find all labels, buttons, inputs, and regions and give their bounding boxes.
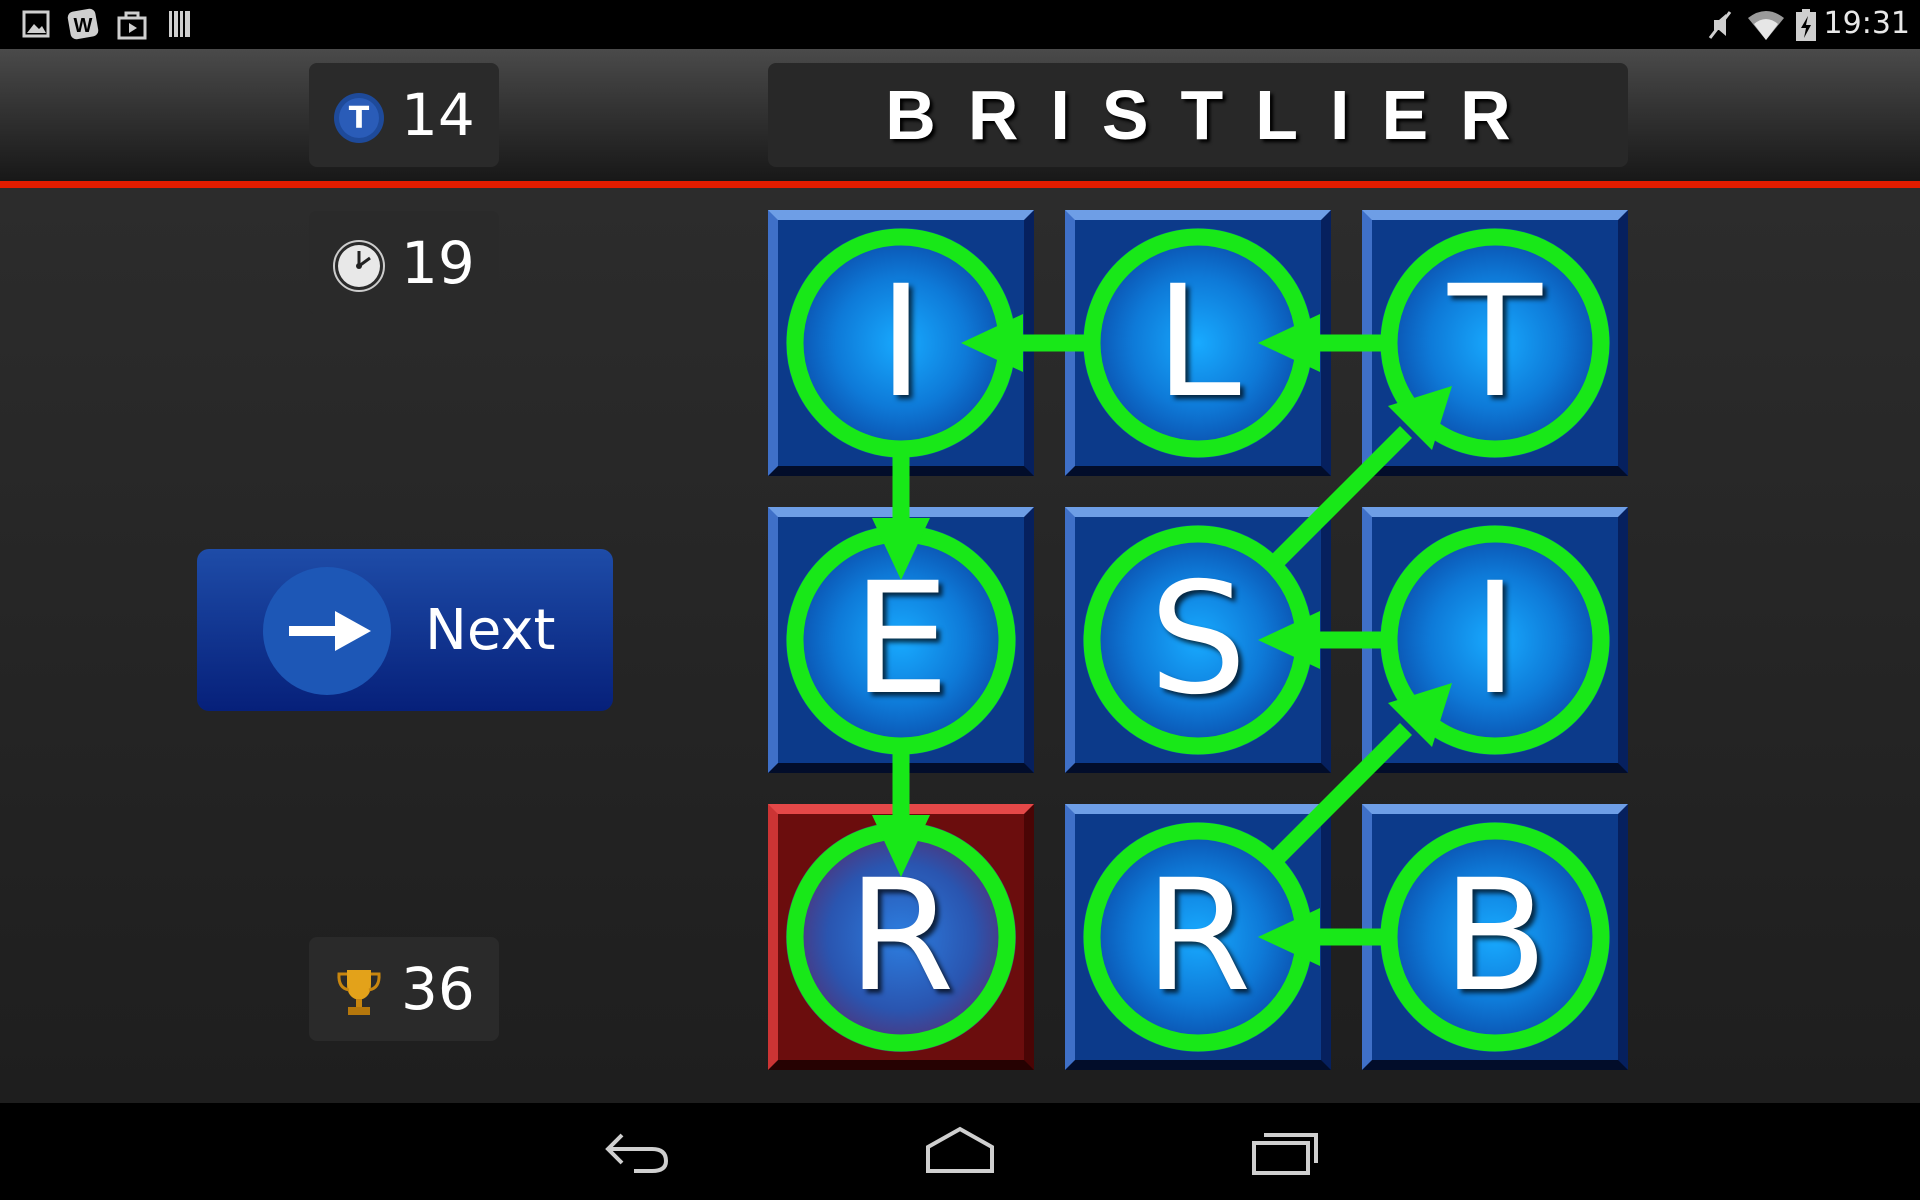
turns-t-icon: T <box>334 93 384 143</box>
letter-tile[interactable]: B <box>1362 804 1628 1070</box>
letter-tile[interactable]: L <box>1065 210 1331 476</box>
letter-tile[interactable]: I <box>768 210 1034 476</box>
letter-tile[interactable]: R <box>1065 804 1331 1070</box>
letter-tile[interactable]: I <box>1362 507 1628 773</box>
svg-text:W: W <box>74 15 93 37</box>
header-divider <box>0 181 1920 188</box>
next-circle <box>263 567 391 695</box>
current-word-display: BRISTLIER <box>768 63 1628 167</box>
letter-tile[interactable]: E <box>768 507 1034 773</box>
back-icon[interactable] <box>600 1123 674 1179</box>
mute-icon <box>1708 11 1732 39</box>
score-value: 36 <box>401 955 475 1023</box>
clock-time: 19:31 <box>1823 6 1910 41</box>
tile-letter: T <box>1447 253 1543 432</box>
clock-icon <box>333 240 385 292</box>
timer-counter: 19 <box>309 211 499 315</box>
next-label: Next <box>425 598 556 663</box>
trophy-icon <box>337 970 381 1015</box>
battery-charging-icon <box>1796 9 1816 41</box>
gallery-icon <box>22 10 50 38</box>
timer-value: 19 <box>401 229 475 297</box>
current-word: BRISTLIER <box>885 76 1543 154</box>
tile-letter: B <box>1442 847 1548 1026</box>
tile-letter: I <box>1472 550 1518 729</box>
wifi-icon <box>1748 11 1784 40</box>
tile-letter: I <box>878 253 924 432</box>
store-icon <box>117 11 147 40</box>
arrow-right-icon <box>289 611 371 651</box>
recent-apps-icon[interactable] <box>1250 1123 1322 1179</box>
tile-letter: R <box>1144 847 1252 1026</box>
turns-value: 14 <box>401 81 475 149</box>
tile-letter: R <box>847 847 955 1026</box>
word-app-icon: W <box>67 8 99 40</box>
next-button[interactable]: Next <box>197 549 613 711</box>
turns-counter: T 14 <box>309 63 499 167</box>
letter-tile[interactable]: T <box>1362 210 1628 476</box>
status-bar: W 19:31 <box>0 0 1920 49</box>
letter-tile[interactable]: S <box>1065 507 1331 773</box>
tile-letter: L <box>1155 253 1241 432</box>
navigation-bar <box>0 1103 1920 1200</box>
letter-tile-selected[interactable]: R <box>768 804 1034 1070</box>
score-counter: 36 <box>309 937 499 1041</box>
home-icon[interactable] <box>922 1123 998 1179</box>
tile-letter: S <box>1149 550 1247 729</box>
svg-text:T: T <box>349 101 370 136</box>
barcode-icon <box>169 11 190 37</box>
tile-letter: E <box>852 550 950 729</box>
